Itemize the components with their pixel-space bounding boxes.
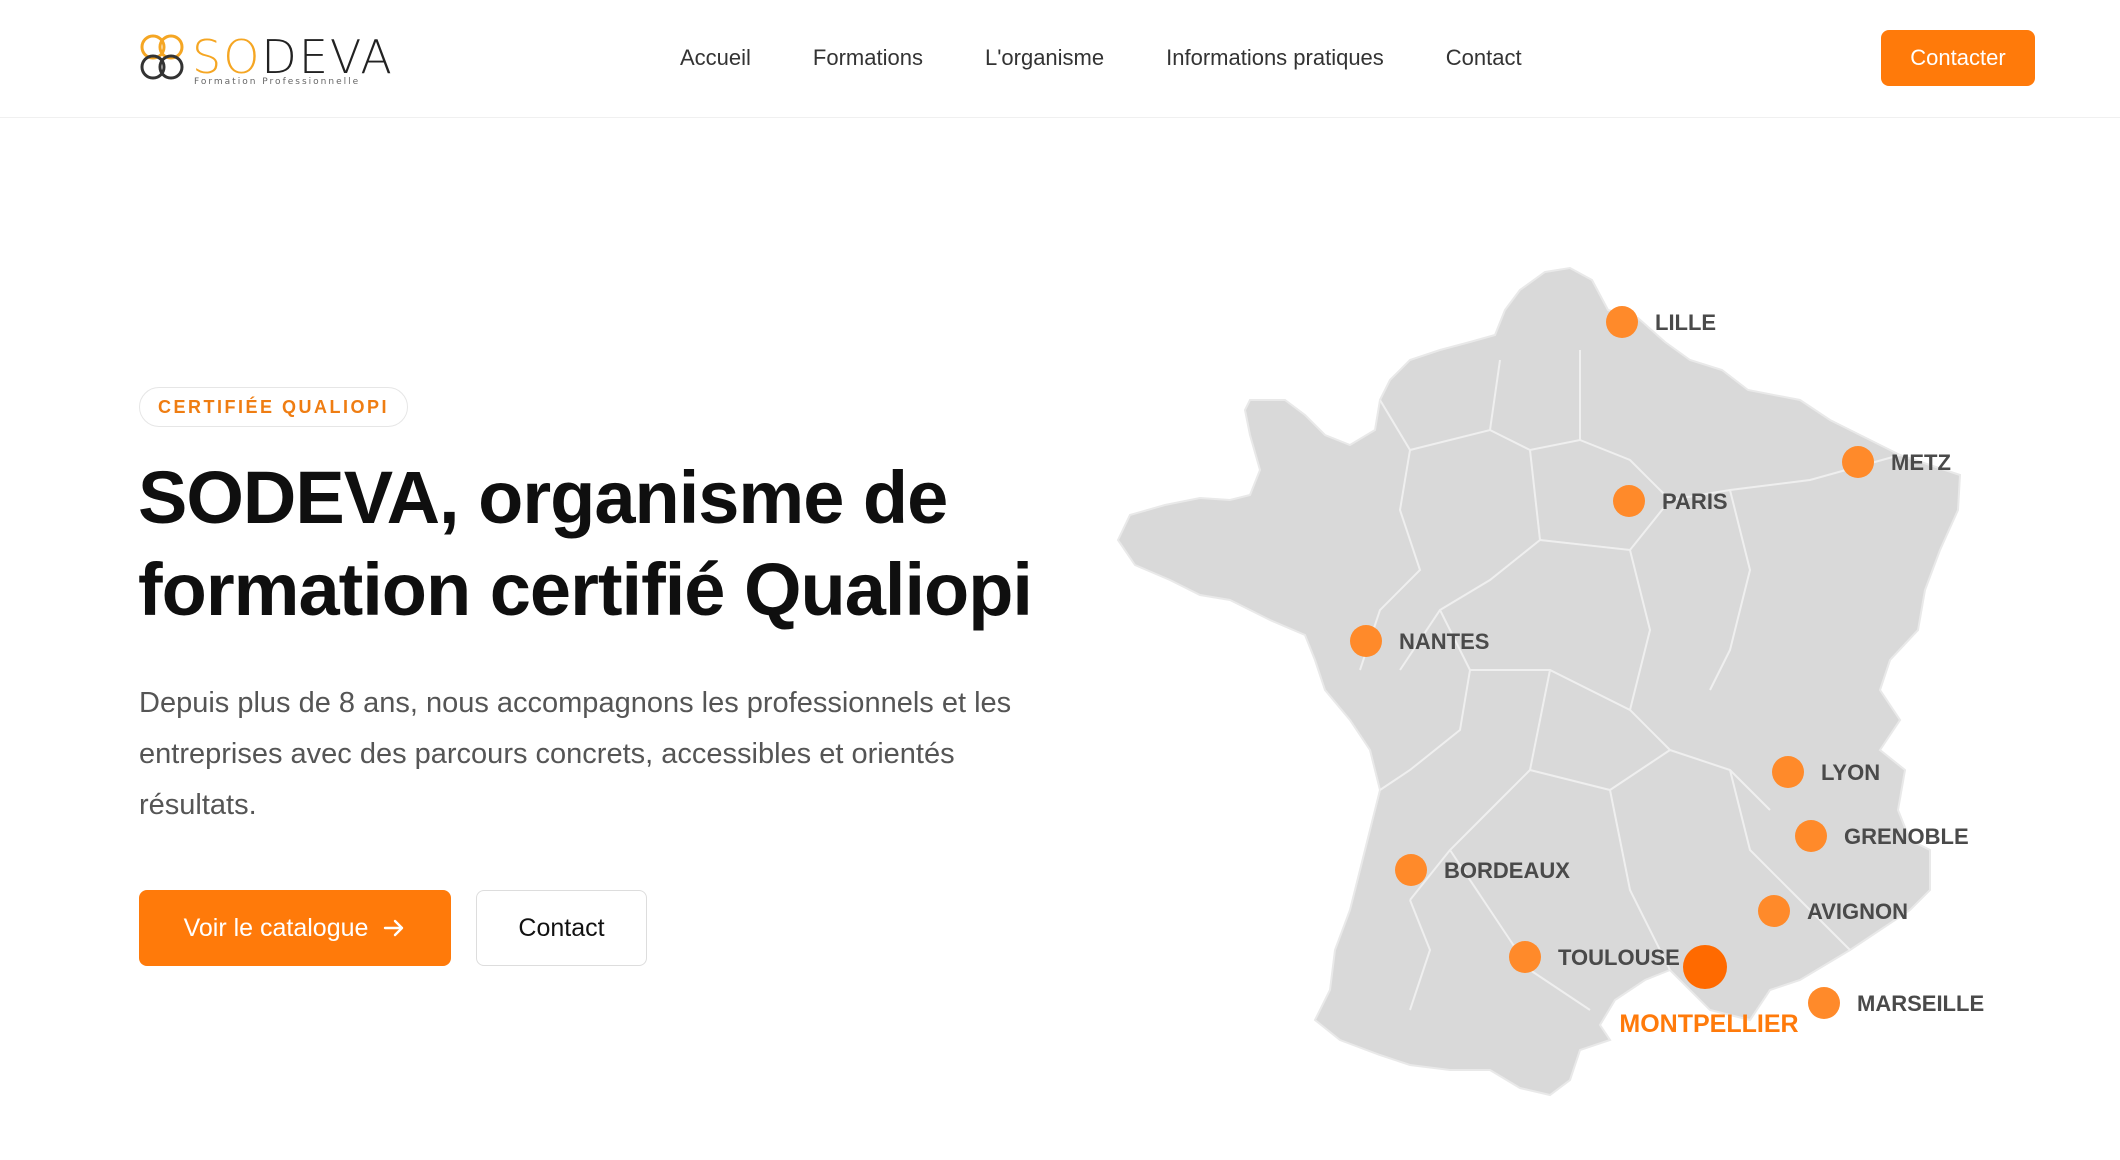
city-marker-paris[interactable] bbox=[1613, 485, 1645, 517]
logo-wordmark: SODEVA bbox=[192, 30, 394, 84]
city-label-nantes: NANTES bbox=[1399, 629, 1489, 654]
hero-description: Depuis plus de 8 ans, nous accompagnons … bbox=[139, 687, 1012, 821]
city-label-marseille: MARSEILLE bbox=[1857, 991, 1984, 1016]
city-label-lille: LILLE bbox=[1655, 310, 1716, 335]
page-title-line-2: formation certifié Qualiopi bbox=[138, 548, 1033, 631]
city-marker-lyon[interactable] bbox=[1772, 756, 1804, 788]
city-label-avignon: AVIGNON bbox=[1807, 899, 1908, 924]
nav-item-accueil[interactable]: Accueil bbox=[680, 45, 751, 71]
voir-catalogue-label: Voir le catalogue bbox=[183, 913, 369, 942]
city-marker-grenoble[interactable] bbox=[1795, 820, 1827, 852]
site-header: SODEVA Formation Professionnelle Accueil… bbox=[0, 0, 2120, 118]
nav-item-formations[interactable]: Formations bbox=[813, 45, 923, 71]
city-label-lyon: LYON bbox=[1821, 760, 1880, 785]
arrow-right-icon bbox=[384, 919, 404, 937]
city-marker-avignon[interactable] bbox=[1758, 895, 1790, 927]
main-nav: Accueil Formations L'organisme Informati… bbox=[680, 40, 1522, 76]
logo[interactable]: SODEVA Formation Professionnelle bbox=[138, 30, 392, 87]
nav-item-informations-pratiques[interactable]: Informations pratiques bbox=[1166, 45, 1384, 71]
logo-mark-icon bbox=[140, 34, 184, 80]
contact-button[interactable]: Contact bbox=[476, 890, 647, 966]
city-label-toulouse: TOULOUSE bbox=[1558, 945, 1680, 970]
city-markers-layer: LILLE METZ PARIS NANTES LYON GRENOBLE BORDEAUX… bbox=[1350, 306, 1984, 1038]
city-marker-nantes[interactable] bbox=[1350, 625, 1382, 657]
city-label-paris: PARIS bbox=[1662, 489, 1728, 514]
city-marker-montpellier[interactable] bbox=[1683, 945, 1727, 989]
certification-badge: CERTIFIÉE QUALIOPI bbox=[139, 387, 409, 427]
city-marker-metz[interactable] bbox=[1842, 446, 1874, 478]
nav-item-contact[interactable]: Contact bbox=[1446, 45, 1522, 71]
city-marker-lille[interactable] bbox=[1606, 306, 1638, 338]
city-marker-bordeaux[interactable] bbox=[1395, 854, 1427, 886]
voir-catalogue-button[interactable]: Voir le catalogue bbox=[139, 890, 451, 966]
nav-item-organisme[interactable]: L'organisme bbox=[985, 45, 1104, 71]
city-label-montpellier: MONTPELLIER bbox=[1619, 1010, 1798, 1038]
city-label-metz: METZ bbox=[1891, 450, 1951, 475]
city-marker-toulouse[interactable] bbox=[1509, 941, 1541, 973]
city-marker-marseille[interactable] bbox=[1808, 987, 1840, 1019]
city-label-grenoble: GRENOBLE bbox=[1844, 824, 1969, 849]
logo-tagline: Formation Professionnelle bbox=[194, 77, 361, 87]
city-label-bordeaux: BORDEAUX bbox=[1444, 858, 1570, 883]
contacter-button[interactable]: Contacter bbox=[1881, 30, 2035, 86]
page-title: SODEVA, organisme de formation certifié … bbox=[138, 452, 1118, 636]
page-title-line-1: SODEVA, organisme de bbox=[138, 456, 948, 539]
